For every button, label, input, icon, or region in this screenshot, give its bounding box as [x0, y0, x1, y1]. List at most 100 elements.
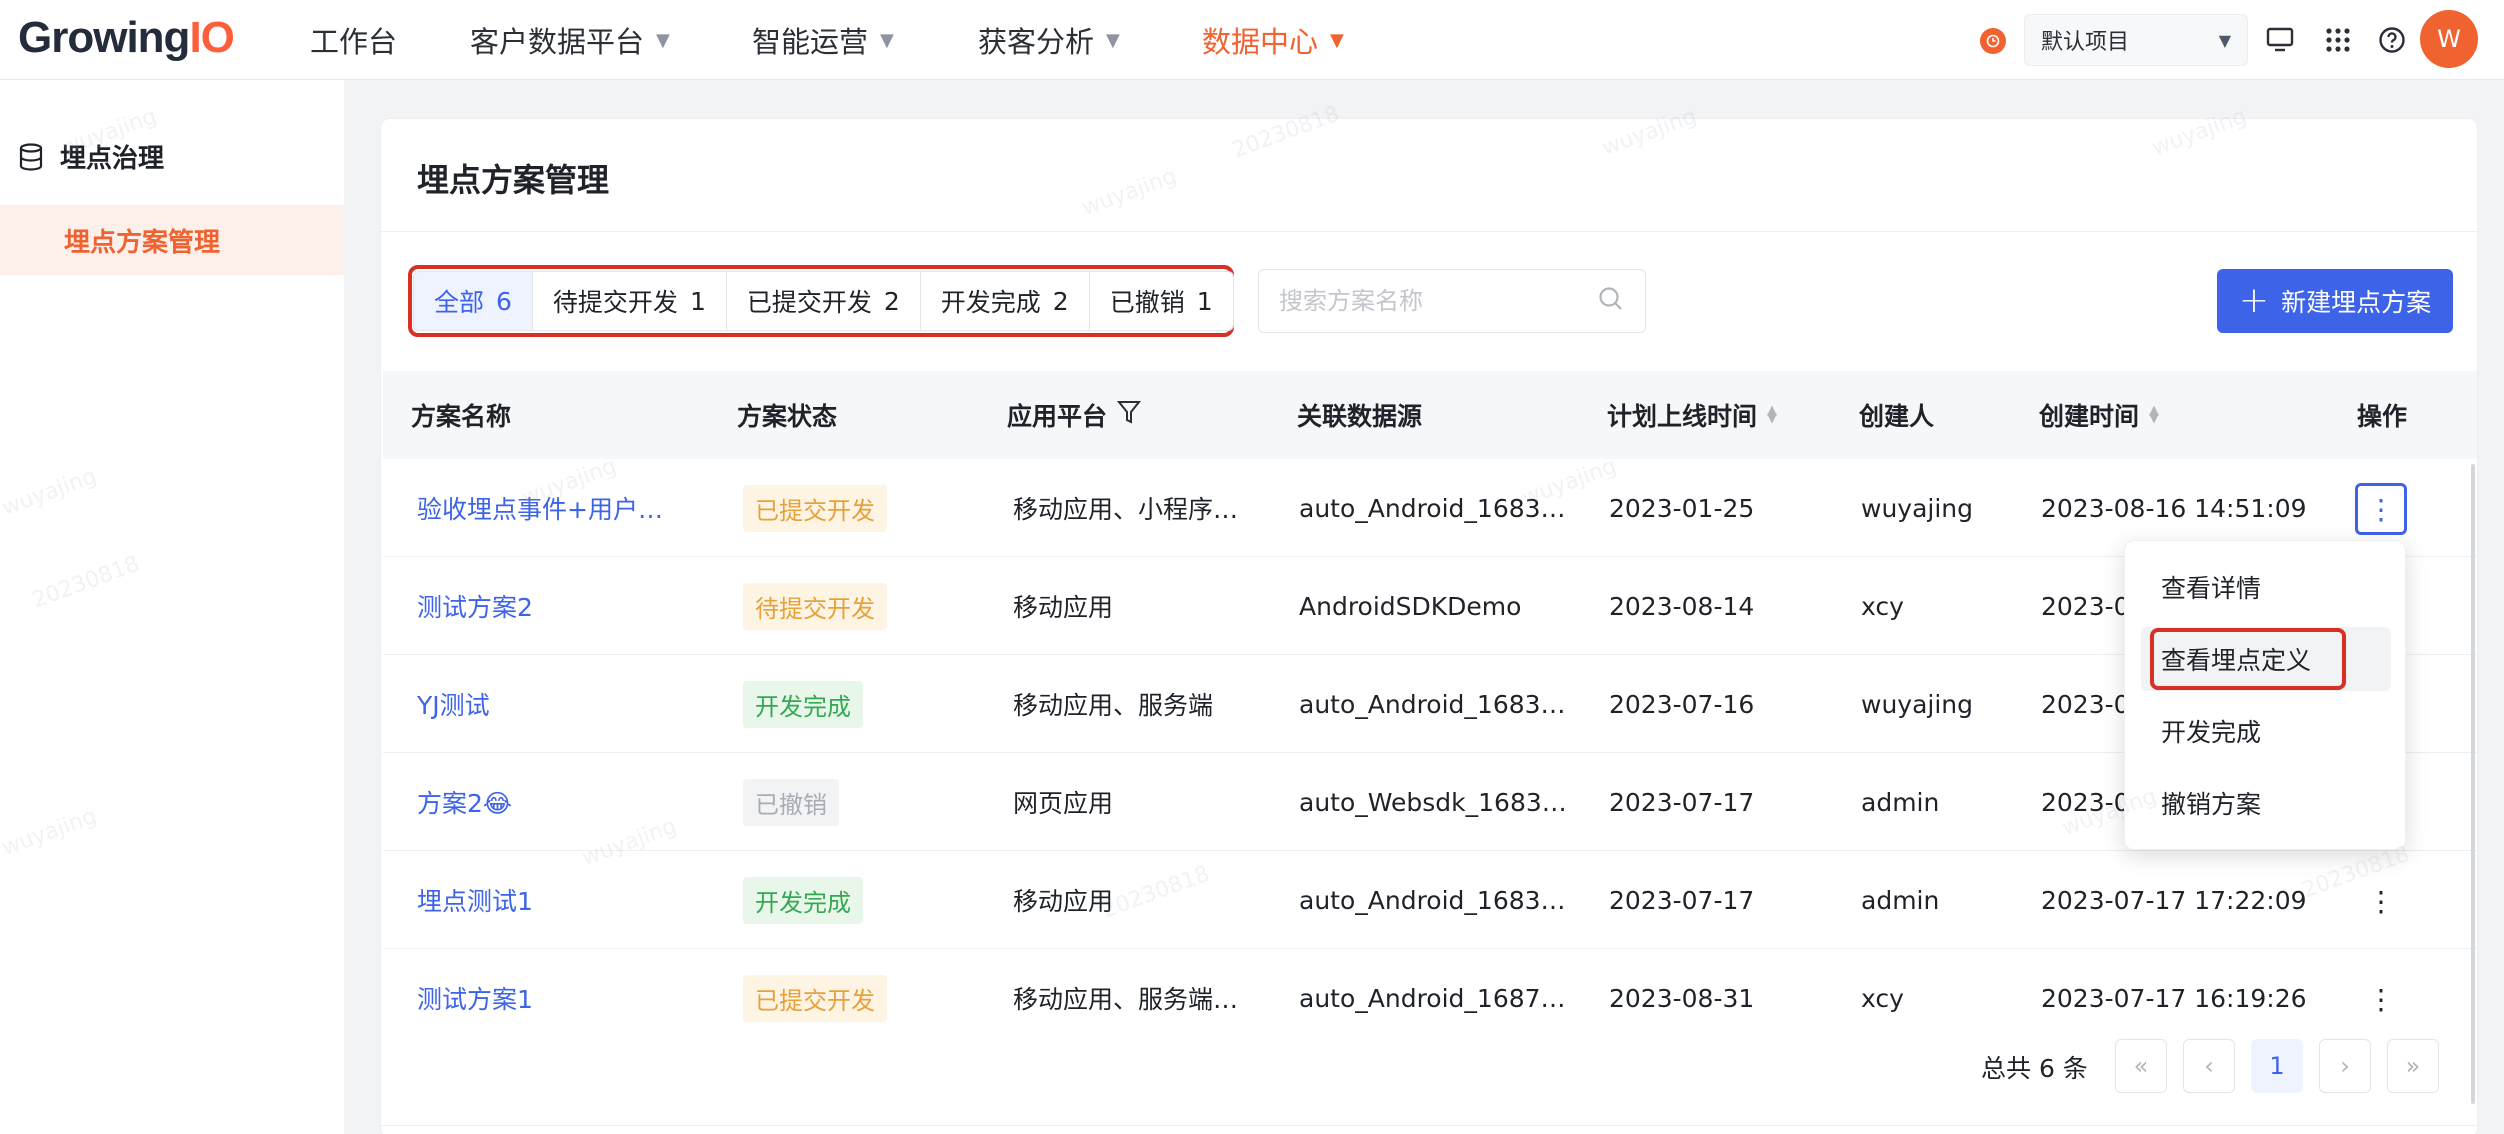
double-chevron-left-icon: «	[2133, 1052, 2149, 1080]
platform-cell: 移动应用、服务端	[1013, 691, 1214, 720]
nav-item-label: 智能运营	[752, 25, 869, 59]
sort-icon[interactable]: ▲ ▼	[2149, 404, 2159, 424]
status-badge: 已提交开发	[743, 974, 887, 1022]
first-page-button[interactable]: «	[2115, 1039, 2167, 1093]
sidebar-item-tracking-plan-management[interactable]: 埋点方案管理	[0, 205, 344, 275]
plan-name-link[interactable]: 方案2😂	[417, 753, 512, 851]
header-label: 应用平台	[1007, 402, 1108, 431]
filter-icon[interactable]	[1116, 399, 1142, 431]
tab-submitted[interactable]: 已提交开发 2	[726, 272, 921, 330]
tab-label: 已撤销	[1109, 288, 1185, 317]
plan-name-link[interactable]: 埋点测试1	[417, 851, 533, 949]
monitor-icon[interactable]	[2264, 24, 2296, 56]
datasource-cell: AndroidSDKDemo	[1299, 591, 1522, 621]
status-badge: 开发完成	[743, 876, 863, 924]
divider	[381, 1125, 2479, 1126]
more-vertical-icon: ⋮	[2367, 982, 2395, 1016]
table-row: 测试方案1 已提交开发 移动应用、服务端… auto_Android_1687……	[383, 949, 2477, 1125]
platform-cell: 移动应用、小程序…	[1013, 495, 1239, 524]
menu-item-revoke-plan[interactable]: 撤销方案	[2141, 771, 2391, 835]
plan-date-cell: 2023-08-14	[1609, 591, 1755, 621]
datasource-cell: auto_Android_1683…	[1299, 689, 1566, 719]
creator-cell: wuyajing	[1861, 689, 1974, 719]
creator-cell: xcy	[1861, 983, 1904, 1013]
plan-name-link[interactable]: 测试方案2	[417, 557, 533, 655]
tab-count: 2	[1052, 286, 1069, 316]
column-header-created[interactable]: 创建时间 ▲ ▼	[2039, 371, 2159, 459]
search-box[interactable]	[1258, 269, 1646, 333]
search-icon[interactable]	[1597, 285, 1625, 317]
created-time-cell: 2023-07-17 17:22:09	[2041, 885, 2307, 915]
plan-name-link[interactable]: 测试方案1	[417, 949, 533, 1047]
creator-cell: xcy	[1861, 591, 1904, 621]
avatar-letter: W	[2437, 25, 2461, 53]
column-header-plan-date[interactable]: 计划上线时间 ▲ ▼	[1607, 371, 1777, 459]
top-navigation-bar: GrowingIO 工作台 客户数据平台 ▼ 智能运营 ▼ 获客分析 ▼ 数据中…	[0, 0, 2504, 80]
nav-item-workbench[interactable]: 工作台	[310, 0, 397, 80]
clock-icon[interactable]	[1980, 28, 2006, 54]
tab-count: 1	[1196, 286, 1213, 316]
column-header-datasource: 关联数据源	[1297, 371, 1422, 459]
caret-down-icon: ▼	[2218, 30, 2231, 50]
tab-dev-complete[interactable]: 开发完成 2	[920, 272, 1090, 330]
nav-item-label: 获客分析	[978, 25, 1095, 59]
new-tracking-plan-button[interactable]: + 新建埋点方案	[2217, 269, 2453, 333]
more-actions-button[interactable]: ⋮	[2355, 875, 2407, 927]
header-label: 操作	[2357, 402, 2408, 431]
page-number-button[interactable]: 1	[2251, 1039, 2303, 1093]
table-scrollbar[interactable]	[2471, 464, 2475, 1104]
menu-item-label: 查看埋点定义	[2161, 646, 2312, 675]
project-select[interactable]: 默认项目 ▼	[2024, 14, 2248, 66]
user-avatar[interactable]: W	[2420, 10, 2478, 68]
more-actions-button[interactable]: ⋮	[2355, 483, 2407, 535]
menu-item-mark-dev-complete[interactable]: 开发完成	[2141, 699, 2391, 763]
column-header-creator: 创建人	[1859, 371, 1934, 459]
chevron-left-icon: ‹	[2204, 1052, 2214, 1080]
tab-pending-submit[interactable]: 待提交开发 1	[532, 272, 727, 330]
plan-name-link[interactable]: 验收埋点事件+用户…	[417, 459, 663, 557]
logo-accent-text: IO	[189, 13, 234, 62]
plan-date-cell: 2023-07-17	[1609, 885, 1755, 915]
nav-item-acquisition[interactable]: 获客分析 ▼	[978, 0, 1120, 80]
nav-item-cdp[interactable]: 客户数据平台 ▼	[470, 0, 670, 80]
double-chevron-right-icon: »	[2405, 1052, 2421, 1080]
menu-item-view-tracking-definition[interactable]: 查看埋点定义	[2141, 627, 2391, 691]
column-header-status: 方案状态	[737, 371, 837, 459]
prev-page-button[interactable]: ‹	[2183, 1039, 2235, 1093]
header-label: 方案状态	[737, 402, 838, 431]
menu-item-label: 查看详情	[2161, 574, 2262, 603]
sort-icon[interactable]: ▲ ▼	[1767, 404, 1777, 424]
datasource-cell: auto_Android_1687…	[1299, 983, 1566, 1013]
table-row: 埋点测试1 开发完成 移动应用 auto_Android_1683… 2023-…	[383, 851, 2477, 949]
datasource-cell: auto_Android_1683…	[1299, 493, 1566, 523]
platform-cell: 网页应用	[1013, 789, 1114, 818]
tab-revoked[interactable]: 已撤销 1	[1089, 272, 1233, 330]
nav-item-data-center[interactable]: 数据中心 ▼	[1202, 0, 1344, 80]
tab-count: 6	[496, 286, 512, 316]
platform-cell: 移动应用、服务端…	[1013, 985, 1239, 1014]
more-actions-button[interactable]: ⋮	[2355, 973, 2407, 1025]
menu-item-view-details[interactable]: 查看详情	[2141, 555, 2391, 619]
apps-grid-icon[interactable]	[2322, 24, 2354, 56]
caret-down-icon: ▼	[1330, 29, 1344, 51]
nav-item-operations[interactable]: 智能运营 ▼	[752, 0, 894, 80]
nav-item-label: 客户数据平台	[470, 25, 645, 59]
plan-name-link[interactable]: YJ测试	[417, 655, 490, 753]
tab-all[interactable]: 全部 6	[414, 272, 533, 330]
tab-count: 1	[689, 286, 706, 316]
platform-cell: 移动应用	[1013, 887, 1114, 916]
search-input[interactable]	[1279, 287, 1579, 315]
divider	[381, 231, 2479, 232]
help-icon[interactable]	[2376, 24, 2408, 56]
last-page-button[interactable]: »	[2387, 1039, 2439, 1093]
tab-count: 2	[883, 286, 900, 316]
caret-down-icon: ▼	[880, 29, 894, 51]
status-tabs: 全部 6 待提交开发 1 已提交开发 2 开发完成 2 已撤销 1	[413, 271, 1234, 331]
creator-cell: wuyajing	[1861, 493, 1974, 523]
more-vertical-icon: ⋮	[2367, 884, 2395, 918]
nav-item-label: 工作台	[310, 25, 398, 59]
created-time-cell: 2023-0	[2041, 787, 2130, 817]
next-page-button[interactable]: ›	[2319, 1039, 2371, 1093]
growingio-logo[interactable]: GrowingIO	[18, 12, 235, 64]
sidebar-group-tracking-governance[interactable]: 埋点治理	[18, 138, 164, 175]
